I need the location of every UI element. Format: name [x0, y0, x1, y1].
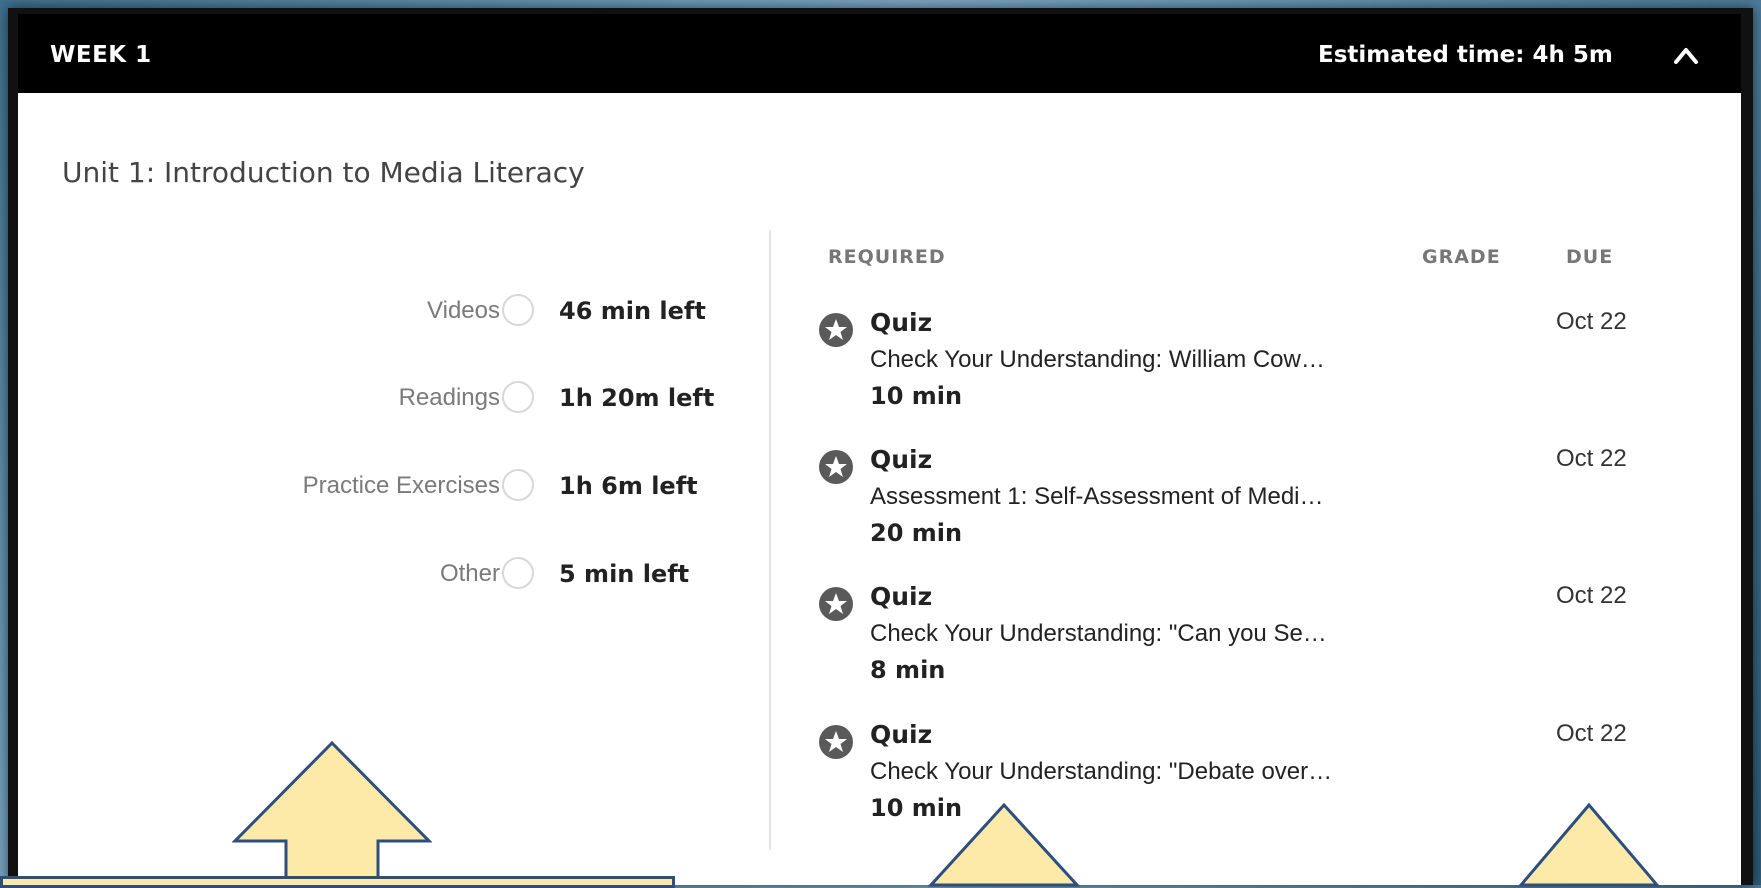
- week-header[interactable]: WEEK 1 Estimated time: 4h 5m: [18, 14, 1741, 93]
- item-due-date: Oct 22: [1556, 308, 1627, 335]
- progress-circle: [502, 557, 534, 589]
- progress-row-readings: Readings 1h 20m left: [18, 378, 758, 418]
- star-icon: [819, 725, 853, 759]
- item-type: Quiz: [870, 720, 933, 749]
- progress-row-other: Other 5 min left: [18, 554, 758, 594]
- star-icon: [819, 587, 853, 621]
- item-type: Quiz: [870, 582, 933, 611]
- unit-title[interactable]: Unit 1: Introduction to Media Literacy: [62, 156, 585, 189]
- progress-circle: [502, 381, 534, 413]
- progress-label: Videos: [427, 297, 500, 324]
- estimated-time: Estimated time: 4h 5m: [1318, 42, 1613, 68]
- item-link[interactable]: Assessment 1: Self-Assessment of Medi…: [870, 483, 1350, 511]
- item-due-date: Oct 22: [1556, 582, 1627, 609]
- progress-label: Practice Exercises: [302, 472, 500, 499]
- progress-row-videos: Videos 46 min left: [18, 291, 758, 331]
- progress-label: Readings: [398, 384, 500, 411]
- chevron-up-icon[interactable]: [1673, 44, 1699, 66]
- callout-box: [0, 876, 675, 888]
- progress-value: 46 min left: [559, 297, 706, 325]
- star-icon: [819, 450, 853, 484]
- grade-column-header: GRADE: [1422, 246, 1501, 268]
- required-column-header: REQUIRED: [828, 246, 946, 268]
- progress-label: Other: [439, 560, 500, 587]
- list-item[interactable]: Quiz Check Your Understanding: "Can you …: [818, 580, 1718, 700]
- callout-arrow-progress: [232, 740, 432, 888]
- callout-arrow-items: [928, 802, 1080, 887]
- item-duration: 8 min: [870, 656, 946, 684]
- due-column-header: DUE: [1566, 246, 1614, 268]
- progress-row-practice-exercises: Practice Exercises 1h 6m left: [18, 466, 758, 506]
- week-title: WEEK 1: [50, 42, 152, 68]
- list-item[interactable]: Quiz Assessment 1: Self-Assessment of Me…: [818, 443, 1718, 563]
- item-link[interactable]: Check Your Understanding: William Cow…: [870, 346, 1350, 374]
- callout-arrow-due: [1518, 802, 1660, 887]
- column-divider: [769, 230, 771, 850]
- progress-circle: [502, 294, 534, 326]
- progress-value: 1h 20m left: [559, 384, 715, 412]
- list-item[interactable]: Quiz Check Your Understanding: William C…: [818, 306, 1718, 426]
- star-icon: [819, 313, 853, 347]
- item-type: Quiz: [870, 308, 933, 337]
- item-link[interactable]: Check Your Understanding: "Can you Se…: [870, 620, 1350, 648]
- progress-circle: [502, 469, 534, 501]
- item-duration: 10 min: [870, 382, 963, 410]
- item-due-date: Oct 22: [1556, 445, 1627, 472]
- item-due-date: Oct 22: [1556, 720, 1627, 747]
- progress-value: 1h 6m left: [559, 472, 698, 500]
- item-type: Quiz: [870, 445, 933, 474]
- progress-value: 5 min left: [559, 560, 690, 588]
- item-duration: 20 min: [870, 519, 963, 547]
- item-link[interactable]: Check Your Understanding: "Debate over…: [870, 758, 1350, 786]
